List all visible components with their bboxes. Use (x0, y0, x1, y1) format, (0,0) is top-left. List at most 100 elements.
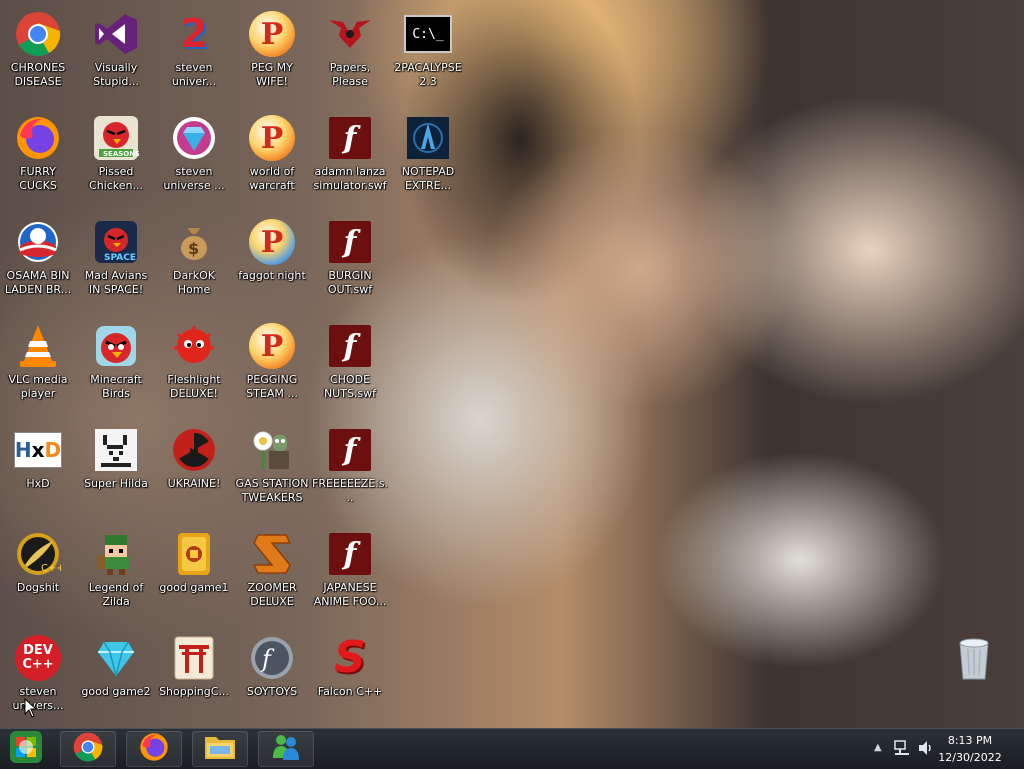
start-button[interactable] (0, 731, 52, 767)
desktop-icon-soytoys[interactable]: S Falcon C++ (312, 628, 388, 728)
peggle-icon: P (248, 10, 296, 58)
icon-label: FURRY CUCKS (19, 165, 57, 192)
icon-label: Legend of Zilda (88, 581, 144, 608)
icon-label: world of warcraft (249, 165, 295, 192)
firefox-icon (14, 114, 62, 162)
taskbar-messenger[interactable] (258, 731, 314, 767)
desktop-icon-faggot-night[interactable]: P faggot night (234, 212, 310, 312)
desktop-icon-chode-nuts[interactable]: f CHODE NUTS.swf (312, 316, 388, 416)
flash-icon: f (326, 426, 374, 474)
dev-cpp-icon: DEV C++ (14, 634, 62, 682)
desktop-icon-papers-please[interactable]: Papers, Please (312, 4, 388, 104)
flash-player-icon: f (248, 634, 296, 682)
desktop-icon-notepad-extreme[interactable]: NOTEPAD EXTRE... (390, 108, 466, 208)
desktop-icon-pegging-steam[interactable]: P PEGGING STEAM ... (234, 316, 310, 416)
icon-label: CHODE NUTS.swf (323, 373, 377, 400)
desktop-icon-gas-station-tweakers[interactable]: GAS STATION TWEAKERS (234, 420, 310, 520)
desktop-icon-not-dogshit[interactable]: DEV C++ steven univers... (0, 628, 76, 728)
pixel-dog-icon (92, 426, 140, 474)
red-fuzzy-icon (170, 322, 218, 370)
icon-label: Pissed Chicken... (89, 165, 143, 192)
icon-label: OSAMA BIN LADEN BR... (4, 269, 72, 296)
visual-studio-icon (92, 10, 140, 58)
svg-text:$: $ (188, 239, 199, 258)
desktop-icon-pissed-chicken[interactable]: SEASONS Pissed Chicken... (78, 108, 154, 208)
peggle-nights-icon: P (248, 218, 296, 266)
desktop-icon-shopping[interactable]: f SOYTOYS (234, 628, 310, 728)
messenger-icon (270, 732, 302, 766)
desktop-icon-japanese-anime[interactable]: f JAPANESE ANIME FOO... (312, 524, 388, 624)
mouse-cursor-icon (24, 697, 38, 722)
desktop-icon-osama-bin-laden[interactable]: OSAMA BIN LADEN BR... (0, 212, 76, 312)
taskbar-clock[interactable]: 8:13 PM 12/30/2022 (930, 732, 1010, 766)
icon-label: ShoppingC... (159, 685, 229, 698)
desktop-icon-super-hilda[interactable]: Super Hilda (78, 420, 154, 520)
icon-label: GAS STATION TWEAKERS (235, 477, 309, 504)
desktop-icon-chrones-disease[interactable]: CHRONES DISEASE (0, 4, 76, 104)
desktop-icon-darkok-home[interactable]: $ DarkOK Home (156, 212, 232, 312)
icon-label: steven univer... (171, 61, 217, 88)
desktop-icon-adamn-lanza-simulator[interactable]: f adamn lanza simulator.swf (312, 108, 388, 208)
desktop-icon-fleshlight-deluxe[interactable]: Fleshlight DELUXE! (156, 316, 232, 416)
desktop-icon-vlc[interactable]: VLC media player (0, 316, 76, 416)
svg-text:SPACE: SPACE (104, 253, 136, 263)
clock-time: 8:13 PM (947, 734, 993, 747)
icon-label: Papers, Please (329, 61, 371, 88)
desktop-icon-zoomer-deluxe[interactable]: ZOOMER DELUXE (234, 524, 310, 624)
icon-label: SOYTOYS (246, 685, 298, 698)
desktop-icon-steven-univers[interactable]: good game2 (78, 628, 154, 728)
diamond-icon (92, 634, 140, 682)
icon-label: CHRONES DISEASE (10, 61, 66, 88)
desktop-icon-burgin-out[interactable]: f BURGIN OUT.swf (312, 212, 388, 312)
desktop-icon-steven-universe[interactable]: steven universe ... (156, 108, 232, 208)
desktop-icon-legend-of-zilda[interactable]: Legend of Zilda (78, 524, 154, 624)
desktop-icon-dogshit[interactable]: C++ Dogshit (0, 524, 76, 624)
network-icon[interactable] (894, 739, 910, 761)
desktop-icon-mad-avians[interactable]: SPACE Mad Avians IN SPACE! (78, 212, 154, 312)
icon-label: Fleshlight DELUXE! (167, 373, 221, 400)
desktop-icon-peg-my-wife[interactable]: P PEG MY WIFE! (234, 4, 310, 104)
svg-text:C++: C++ (41, 563, 61, 574)
desktop-icon-hxd[interactable]: HxD HxD (0, 420, 76, 520)
icon-label: PEGGING STEAM ... (246, 373, 298, 400)
desktop-icon-steven-univer[interactable]: 2 steven univer... (156, 4, 232, 104)
icon-label: Dogshit (16, 581, 60, 594)
system-tray: ▲ 8:13 PM 12/30/2022 (864, 729, 1024, 769)
desktop[interactable]: CHRONES DISEASE FURRY CUCKS OSAMA BIN LA… (0, 0, 1024, 728)
chrome-icon (73, 732, 103, 766)
taskbar-firefox[interactable] (126, 731, 182, 767)
angry-birds-seasons-icon: SEASONS (92, 114, 140, 162)
icon-label: faggot night (238, 269, 306, 282)
peggle-icon: P (248, 114, 296, 162)
desktop-icon-world-of-warcraft[interactable]: P world of warcraft (234, 108, 310, 208)
desktop-icon-good-game1[interactable]: good game1 (156, 524, 232, 624)
icon-label: steven universe ... (163, 165, 225, 192)
pixel-hero-icon (92, 530, 140, 578)
desktop-icon-falcon-cpp[interactable] (936, 628, 1012, 728)
plant-zombie-icon (248, 426, 296, 474)
desktop-icon-ukraine[interactable]: UKRAINE! (156, 420, 232, 520)
papers-please-icon (326, 10, 374, 58)
icon-label: Minecraft Birds (90, 373, 142, 400)
icon-label: steven univers... (12, 685, 64, 712)
peggle-icon: P (248, 322, 296, 370)
taskbar-file-explorer[interactable] (192, 731, 248, 767)
desktop-icon-good-game2[interactable]: ShoppingC... (156, 628, 232, 728)
desktop-icon-minecraft-birds[interactable]: Minecraft Birds (78, 316, 154, 416)
taskbar-chrome[interactable] (60, 731, 116, 767)
desktop-icon-furry-cucks[interactable]: FURRY CUCKS (0, 108, 76, 208)
icon-label: PEG MY WIFE! (251, 61, 293, 88)
desktop-icon-freeeeeze[interactable]: f FREEEEEZE.s... (312, 420, 388, 520)
money-bag-icon: $ (170, 218, 218, 266)
firefox-icon (139, 732, 169, 766)
flash-icon: f (326, 322, 374, 370)
start-orb-icon (9, 730, 43, 768)
icon-label: VLC media player (8, 373, 68, 400)
gem-icon (170, 114, 218, 162)
desktop-icon-visually-stupid[interactable]: Visually Stupid... (78, 4, 154, 104)
show-hidden-icon[interactable]: ▲ (874, 742, 882, 753)
desktop-icon-2pacalypse[interactable]: C:\_ 2PACALYPSE 2.3 (390, 4, 466, 104)
icon-label: adamn lanza simulator.swf (313, 165, 387, 192)
flash-icon: f (326, 114, 374, 162)
steven-universe-2-icon: 2 (180, 11, 208, 57)
